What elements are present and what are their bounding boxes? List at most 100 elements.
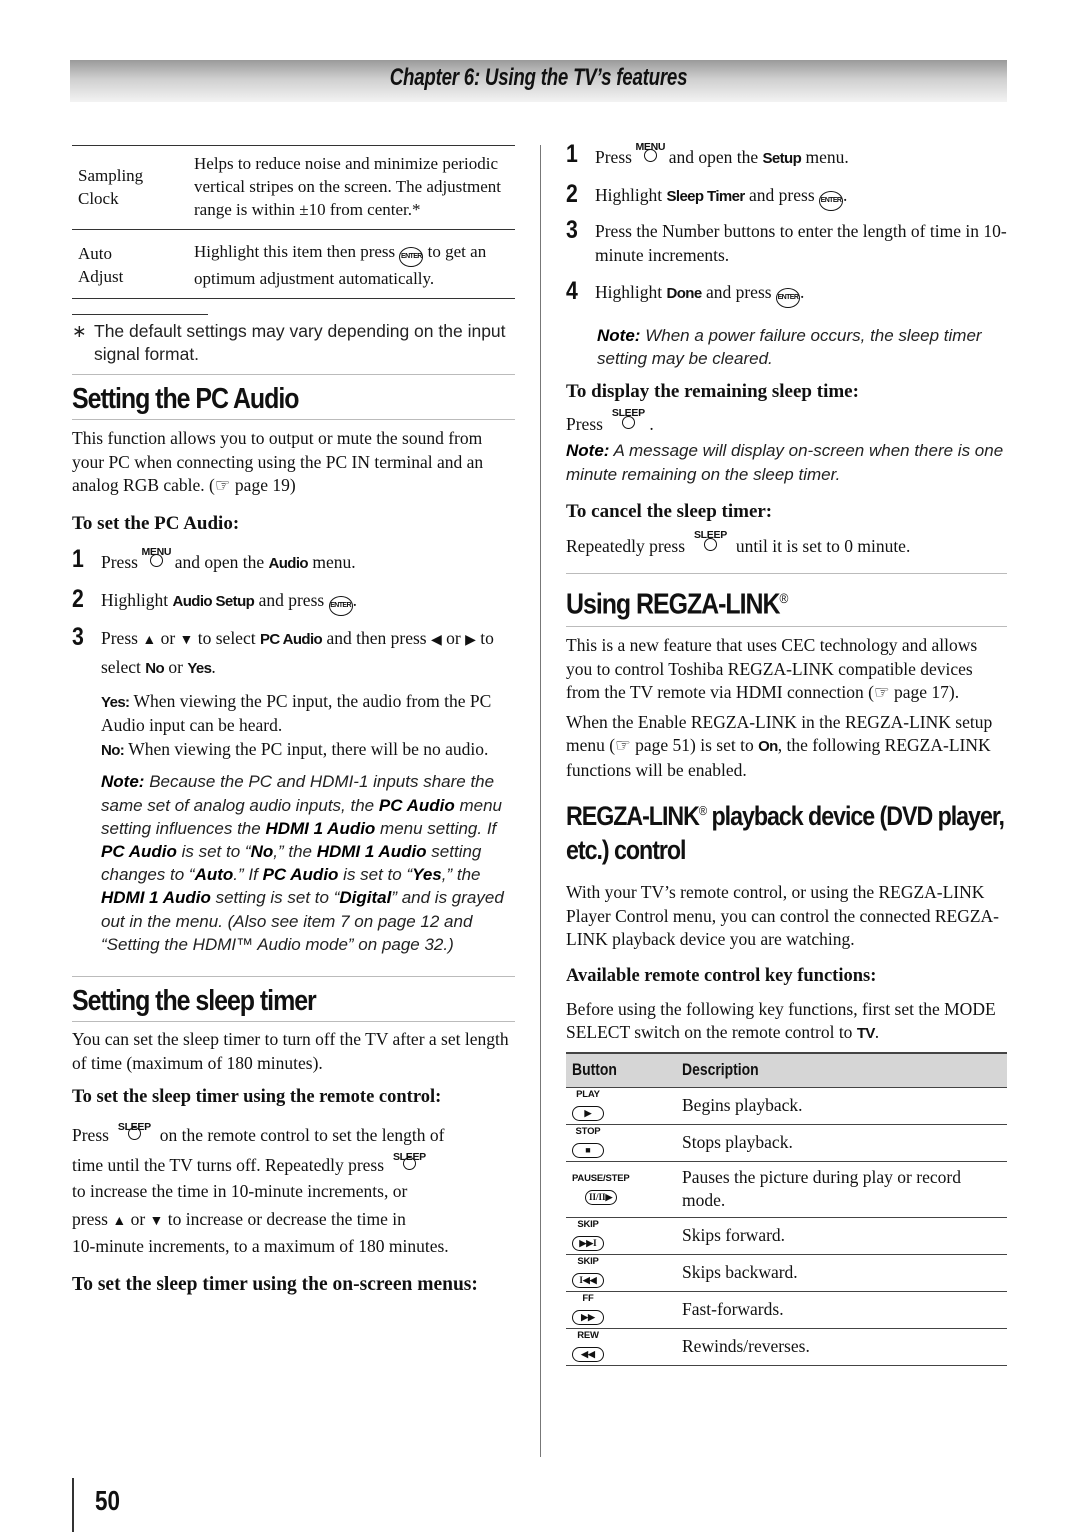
sleep-button-icon: SLEEP <box>607 407 649 430</box>
sleep-remote-instructions: Press SLEEP on the remote control to set… <box>72 1121 515 1258</box>
key-glyph: ▶▶ <box>572 1310 604 1326</box>
note-segment: ,” the <box>441 865 481 885</box>
circle-icon <box>704 537 718 551</box>
footnote-text: The default settings may vary depending … <box>94 321 506 365</box>
note-segment: is set to “ <box>176 842 251 862</box>
description-cell: Skips forward. <box>676 1217 1007 1255</box>
step-number: 2 <box>566 180 578 208</box>
key-label: PLAY <box>576 1089 600 1101</box>
setting-on: On <box>758 738 778 756</box>
table-row: PAUSE/STEP II/II▶ Pauses the picture durin… <box>566 1161 1007 1218</box>
description-cell: Fast-forwards. <box>676 1291 1007 1329</box>
step-number: 1 <box>566 140 578 168</box>
key-label: REW <box>577 1330 599 1342</box>
regza-intro: This is a new feature that uses CEC tech… <box>566 635 978 703</box>
step-text: menu. <box>312 551 356 572</box>
footnote-rule <box>72 314 208 315</box>
step-text: Press <box>101 627 138 648</box>
display-sleep-instruction: Press SLEEP. <box>566 407 1007 435</box>
button-cell: FF ▶▶ <box>566 1291 676 1329</box>
step-text: Highlight <box>595 185 663 205</box>
sleep-button-icon: SLEEP <box>113 1121 155 1141</box>
menu-button-icon: MENU <box>141 546 171 568</box>
playback-control-text: With your TV’s remote control, or using … <box>566 882 1000 950</box>
key-label: PAUSE/STEP <box>572 1172 630 1184</box>
key-label: SKIP <box>577 1219 599 1231</box>
menu-item-name: Sleep Timer <box>666 188 745 205</box>
menu-name: Audio <box>268 554 309 572</box>
pc-audio-step-1: 1 Press MENU and open the Audio menu. <box>72 546 515 576</box>
table-row: REW ◀◀ Rewinds/reverses. <box>566 1328 1007 1366</box>
step-text: Press the Number buttons to enter the le… <box>595 221 1007 265</box>
note-segment: menu setting. If <box>375 818 497 838</box>
note-segment: setting is set to “ <box>210 888 340 908</box>
down-arrow-icon: ▼ <box>149 1214 164 1230</box>
key-label: STOP <box>575 1126 601 1138</box>
sleep-step-3: 3 Press the Number buttons to enter the … <box>566 218 1007 267</box>
text: Repeatedly press <box>566 535 686 556</box>
yes-text: When viewing the PC input, the audio fro… <box>101 690 492 736</box>
button-cell: REW ◀◀ <box>566 1328 676 1366</box>
text: press <box>72 1209 108 1230</box>
table-row: SKIP ▶▶I Skips forward. <box>566 1217 1007 1255</box>
table-row: STOP ■ Stops playback. <box>566 1124 1007 1162</box>
note-emphasis: PC Audio <box>101 842 177 862</box>
left-column: Sampling Clock Helps to reduce noise and… <box>72 145 515 1298</box>
left-arrow-icon: ◀ <box>430 632 442 648</box>
setting-label: Sampling Clock <box>72 146 188 230</box>
button-cell: PAUSE/STEP II/II▶ <box>566 1161 676 1218</box>
step-text: and open the <box>174 551 265 572</box>
section-title-regza-link: Using REGZA-LINK® <box>566 580 945 623</box>
pc-audio-subhead: To set the PC Audio: <box>72 512 240 534</box>
step-number: 4 <box>566 277 578 305</box>
description-cell: Pauses the picture during play or record… <box>676 1161 1007 1218</box>
step-text: and press <box>705 282 772 302</box>
description-cell: Rewinds/reverses. <box>676 1328 1007 1366</box>
sleep-step-4: 4 Highlight Done and press ENTER. <box>566 277 1007 308</box>
key-functions-subhead: Available remote control key functions: <box>566 965 877 986</box>
footnote: ∗ The default settings may vary dependin… <box>72 320 515 366</box>
table-header-row: Button Description <box>566 1051 1007 1088</box>
settings-table: Sampling Clock Helps to reduce noise and… <box>72 145 515 299</box>
sleep-step-1: 1 Press MENU and open the Setup menu. <box>566 140 1007 171</box>
note-emphasis: Auto <box>194 865 234 885</box>
step-text: Highlight <box>101 589 169 610</box>
no-label: No: <box>101 741 125 759</box>
menu-item-name: PC Audio <box>259 630 323 648</box>
note-emphasis: Digital <box>339 888 392 908</box>
footnote-mark: ∗ <box>72 321 87 341</box>
table-row: PLAY ▶ Begins playback. <box>566 1087 1007 1125</box>
description-cell: Begins playback. <box>676 1087 1007 1125</box>
note-emphasis: HDMI 1 Audio <box>265 818 376 838</box>
circle-icon <box>150 553 164 567</box>
sleep-button-icon: SLEEP <box>689 529 731 552</box>
enter-button-icon: ENTER <box>328 595 353 616</box>
table-row: Auto Adjust Highlight this item then pre… <box>72 230 515 299</box>
text: or <box>130 1209 146 1230</box>
instruction-line: press ▲ or ▼ to increase or decrease the… <box>72 1207 515 1234</box>
note-text: Because the PC and HDMI-1 inputs share t… <box>101 772 504 953</box>
header-text: Description <box>682 1060 759 1080</box>
menu-button-icon: MENU <box>635 141 665 163</box>
step-text: Press <box>101 551 138 572</box>
remote-key-icon: FF ▶▶ <box>572 1294 604 1326</box>
section-rule <box>72 1021 515 1023</box>
sleep-button-icon: SLEEP <box>388 1151 430 1171</box>
step-text: or <box>446 627 461 648</box>
button-cell: SKIP I◀◀ <box>566 1254 676 1292</box>
no-option-desc: No: When viewing the PC input, there wil… <box>101 738 515 763</box>
circle-icon <box>622 416 636 430</box>
instruction-line: time until the TV turns off. Repeatedly … <box>72 1151 515 1179</box>
option-yes: Yes <box>187 659 212 677</box>
no-text: When viewing the PC input, there will be… <box>128 738 489 759</box>
text: Before using the following key functions… <box>566 998 996 1043</box>
key-functions-table: Button Description PLAY ▶ Begins playback.… <box>566 1051 1007 1366</box>
step-text: or <box>160 627 176 648</box>
key-glyph: ▶ <box>572 1106 604 1122</box>
step-text: menu. <box>805 147 849 167</box>
page-number-bar <box>72 1478 74 1532</box>
remote-key-icon: REW ◀◀ <box>572 1330 604 1363</box>
key-glyph: ◀◀ <box>572 1347 604 1363</box>
pc-audio-step-2: 2 Highlight Audio Setup and press ENTER. <box>72 586 515 616</box>
mode-tv: TV <box>856 1025 876 1043</box>
